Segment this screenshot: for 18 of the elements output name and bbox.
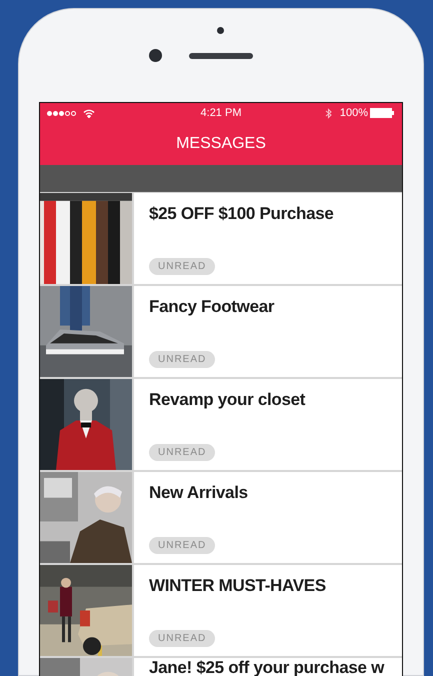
unread-badge: UNREAD (149, 630, 216, 647)
message-card[interactable]: Revamp your closet UNREAD (134, 379, 402, 470)
message-title: New Arrivals (149, 484, 249, 501)
unread-badge: UNREAD (149, 444, 216, 461)
message-card[interactable]: WINTER MUST-HAVES UNREAD (134, 565, 402, 656)
message-title: WINTER MUST-HAVES (149, 577, 327, 594)
unread-badge: UNREAD (149, 537, 216, 554)
battery-percent: 100% (340, 106, 368, 121)
message-card[interactable]: $25 OFF $100 Purchase UNREAD (134, 193, 402, 284)
unread-badge: UNREAD (149, 258, 216, 275)
message-card[interactable]: Fancy Footwear UNREAD (134, 286, 402, 377)
status-time: 4:21 PM (200, 106, 242, 121)
unread-badge: UNREAD (149, 351, 216, 368)
message-title: Fancy Footwear (149, 298, 276, 315)
message-title: $25 OFF $100 Purchase (149, 205, 335, 222)
screen-title: MESSAGES (176, 134, 266, 154)
message-title: Revamp your closet (149, 391, 306, 408)
message-card[interactable]: New Arrivals UNREAD (134, 472, 402, 563)
